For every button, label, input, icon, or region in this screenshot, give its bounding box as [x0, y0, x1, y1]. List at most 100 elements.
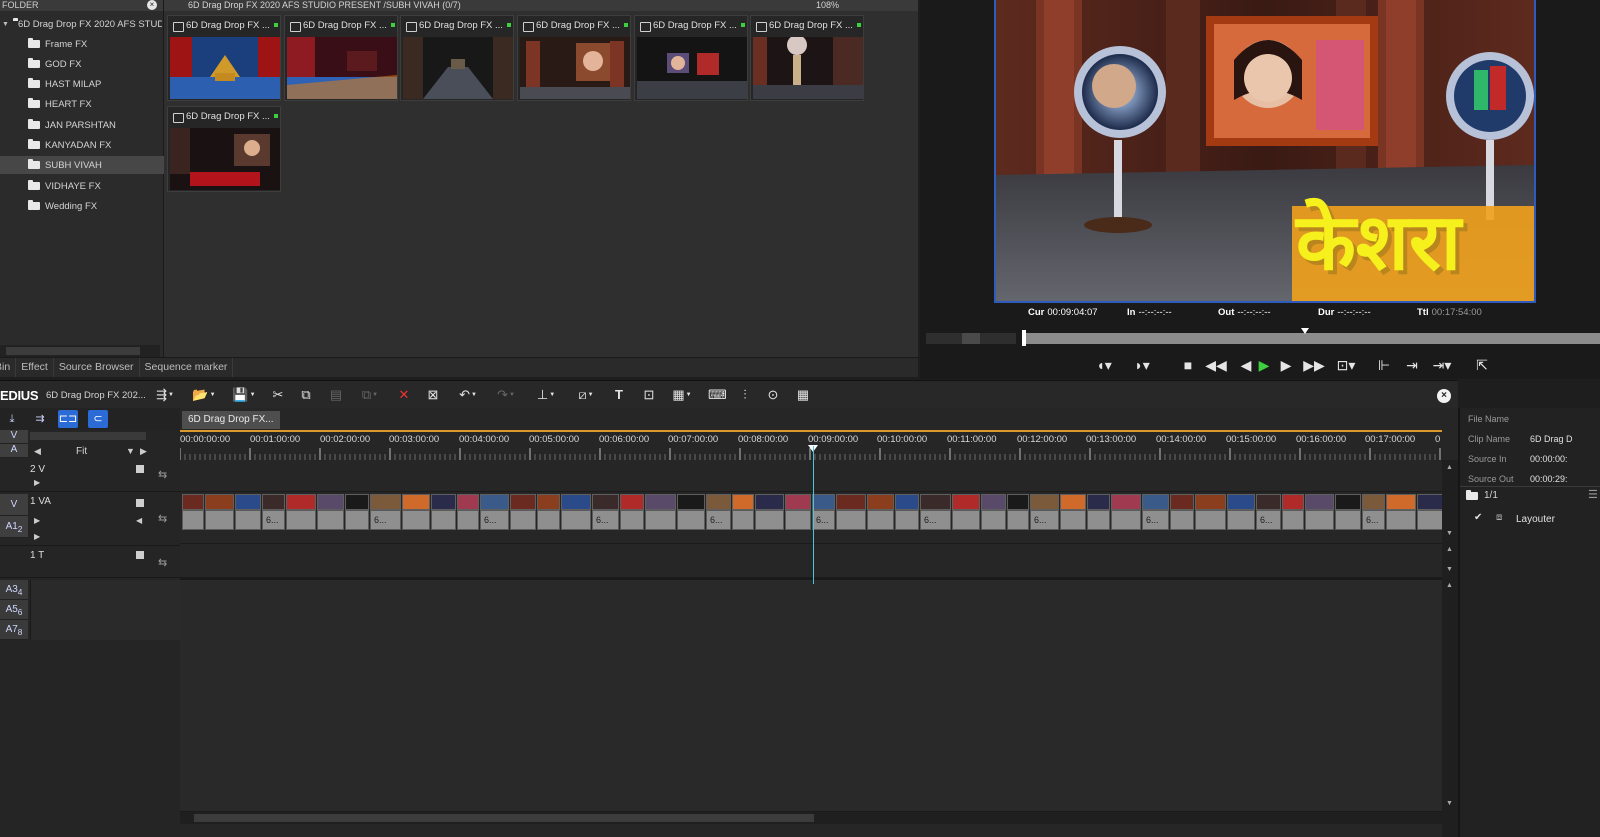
audio-clip[interactable] — [1195, 510, 1226, 530]
video-clip[interactable] — [262, 494, 285, 510]
video-clip[interactable] — [1087, 494, 1110, 510]
sequence-menu-icon[interactable]: ⇶▼ — [154, 387, 176, 403]
audio-clip[interactable] — [981, 510, 1006, 530]
tab-source-browser[interactable]: Source Browser — [54, 358, 140, 377]
zoom-slider[interactable] — [30, 432, 146, 440]
save-project-icon[interactable]: 💾▼ — [230, 387, 258, 403]
lane-2v[interactable] — [180, 460, 1442, 492]
track-a5-a6-label[interactable]: A56 — [0, 600, 28, 620]
rewind-icon[interactable]: ◀◀ — [1204, 356, 1228, 374]
scroll-down-icon[interactable]: ▼ — [1446, 566, 1453, 573]
playhead-line[interactable] — [813, 446, 814, 584]
audio-clip[interactable] — [1386, 510, 1416, 530]
list-icon[interactable]: ☰ — [1588, 488, 1598, 501]
audio-clip[interactable]: 6... — [1256, 510, 1281, 530]
audio-clip[interactable] — [205, 510, 234, 530]
video-channel-label[interactable]: V — [0, 430, 28, 444]
track-a7-a8-label[interactable]: A78 — [0, 620, 28, 640]
expand-triangle-icon[interactable]: ▶ — [34, 516, 40, 525]
audio-clip[interactable] — [317, 510, 344, 530]
video-clip[interactable] — [317, 494, 344, 510]
audio-clip[interactable]: 6... — [920, 510, 951, 530]
folder-item-vidhaye-fx[interactable]: VIDHAYE FX — [0, 177, 164, 195]
audio-clip[interactable] — [785, 510, 811, 530]
match-frame-icon[interactable]: ⇥▾ — [1430, 356, 1454, 374]
audio-clip[interactable]: 6... — [1362, 510, 1385, 530]
scrollbar-thumb[interactable] — [194, 814, 814, 822]
keyboard-icon[interactable]: ⌨ — [708, 387, 727, 403]
audio-clip[interactable] — [645, 510, 676, 530]
export-icon[interactable]: ⇱ — [1470, 356, 1494, 374]
video-clip[interactable] — [561, 494, 591, 510]
step-forward-icon[interactable]: ▶ — [1274, 356, 1298, 374]
video-clip[interactable] — [1256, 494, 1281, 510]
video-clip[interactable] — [592, 494, 619, 510]
link-mode-icon[interactable]: ⊏⊐ — [58, 410, 78, 428]
overwrite-to-timeline-icon[interactable]: ⇥ — [1400, 356, 1424, 374]
multicam-icon[interactable]: ▦ — [794, 387, 812, 403]
video-clip[interactable] — [1417, 494, 1444, 510]
track-a3-a4-label[interactable]: A34 — [0, 580, 28, 600]
audio-clip[interactable] — [677, 510, 705, 530]
video-clip[interactable] — [981, 494, 1006, 510]
sequence-tab[interactable]: 6D Drag Drop FX... — [182, 411, 280, 429]
video-clip[interactable] — [836, 494, 866, 510]
video-clip[interactable] — [1030, 494, 1059, 510]
folder-item-wedding-fx[interactable]: Wedding FX — [0, 197, 164, 215]
video-clip[interactable] — [1305, 494, 1334, 510]
audio-clip[interactable] — [620, 510, 644, 530]
copy-icon[interactable]: ⧉ — [298, 387, 314, 403]
sync-lock-icon[interactable]: ⇆ — [158, 468, 167, 481]
audio-clip[interactable] — [1060, 510, 1086, 530]
video-clip[interactable] — [732, 494, 754, 510]
video-clip[interactable] — [1060, 494, 1086, 510]
video-clip[interactable] — [205, 494, 234, 510]
track-visible-icon[interactable] — [136, 465, 144, 473]
video-clip[interactable] — [867, 494, 894, 510]
video-clip[interactable] — [537, 494, 560, 510]
video-clip[interactable] — [812, 494, 835, 510]
video-clip[interactable] — [1142, 494, 1169, 510]
scroll-up-icon[interactable]: ▲ — [1446, 464, 1453, 471]
video-clip[interactable] — [706, 494, 731, 510]
set-in-icon[interactable]: ◖▾ — [1092, 356, 1116, 374]
video-clip[interactable] — [1111, 494, 1141, 510]
video-clip[interactable] — [645, 494, 676, 510]
set-mixer-icon[interactable]: ⊥▼ — [532, 387, 560, 403]
video-clip[interactable] — [286, 494, 316, 510]
bin-clip[interactable]: 6D Drag Drop FX ... — [167, 15, 281, 101]
title-icon[interactable]: T — [610, 387, 628, 403]
scroll-down-icon[interactable]: ▼ — [1446, 530, 1453, 537]
track-visible-icon[interactable] — [136, 499, 144, 507]
audio-clip[interactable]: 6... — [262, 510, 285, 530]
video-clip[interactable] — [480, 494, 509, 510]
video-clip[interactable] — [1195, 494, 1226, 510]
video-clip[interactable] — [755, 494, 784, 510]
folder-hscrollbar[interactable] — [0, 345, 160, 357]
zoom-left-arrow-icon[interactable]: ◀ — [34, 446, 41, 457]
video-clip[interactable] — [345, 494, 369, 510]
sync-lock-icon[interactable]: ⇆ — [158, 512, 167, 525]
video-clip[interactable] — [1386, 494, 1416, 510]
bin-clip[interactable]: 6D Drag Drop FX ... — [400, 15, 514, 101]
audio-clip[interactable]: 6... — [1030, 510, 1059, 530]
audio-clip[interactable] — [1111, 510, 1141, 530]
audio-clip[interactable] — [1007, 510, 1029, 530]
stop-icon[interactable]: ■ — [1176, 356, 1200, 374]
insert-mode-icon[interactable]: ⤓ — [2, 410, 22, 428]
bin-clip[interactable]: 6D Drag Drop FX ... — [634, 15, 748, 101]
render-icon[interactable]: ▦▼ — [668, 387, 696, 403]
video-clip[interactable] — [182, 494, 204, 510]
video-clip[interactable] — [457, 494, 479, 510]
audio-clip[interactable]: 6... — [1142, 510, 1169, 530]
video-clip[interactable] — [1362, 494, 1385, 510]
zoom-right-arrow-icon[interactable]: ▶ — [140, 446, 147, 457]
video-clip[interactable] — [402, 494, 430, 510]
audio-clip[interactable] — [952, 510, 980, 530]
shuttle-slider[interactable] — [926, 333, 1016, 344]
close-icon[interactable]: × — [1437, 389, 1451, 403]
video-clip[interactable] — [1282, 494, 1304, 510]
video-clip[interactable] — [510, 494, 536, 510]
close-icon[interactable]: × — [147, 0, 157, 10]
audio-clip[interactable] — [1335, 510, 1361, 530]
